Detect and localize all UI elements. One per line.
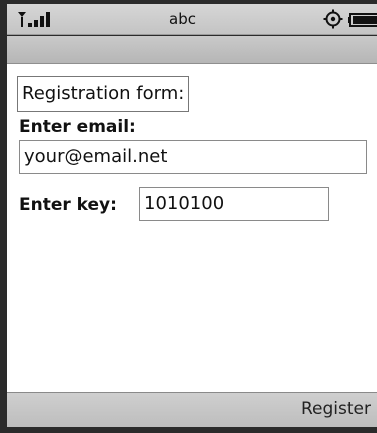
- register-softkey[interactable]: Register: [301, 399, 371, 419]
- status-bar: abc: [7, 4, 377, 35]
- form-title: Registration form:: [17, 76, 190, 112]
- signal-strength-icon: [18, 12, 50, 27]
- key-field[interactable]: 1010100: [139, 187, 329, 221]
- input-mode-indicator: abc: [169, 10, 196, 28]
- battery-icon: [348, 13, 377, 27]
- email-field[interactable]: your@email.net: [19, 140, 367, 174]
- softkey-bar: Register: [7, 392, 377, 427]
- key-label: Enter key:: [19, 195, 117, 215]
- form-content: Registration form: Enter email: your@ema…: [7, 64, 377, 392]
- title-bar: [7, 36, 377, 64]
- bottom-frame: [0, 427, 377, 433]
- phone-screen: abc Registration form: Enter email: your…: [0, 0, 377, 433]
- email-label: Enter email:: [19, 117, 136, 137]
- settings-gear-icon: [323, 9, 343, 29]
